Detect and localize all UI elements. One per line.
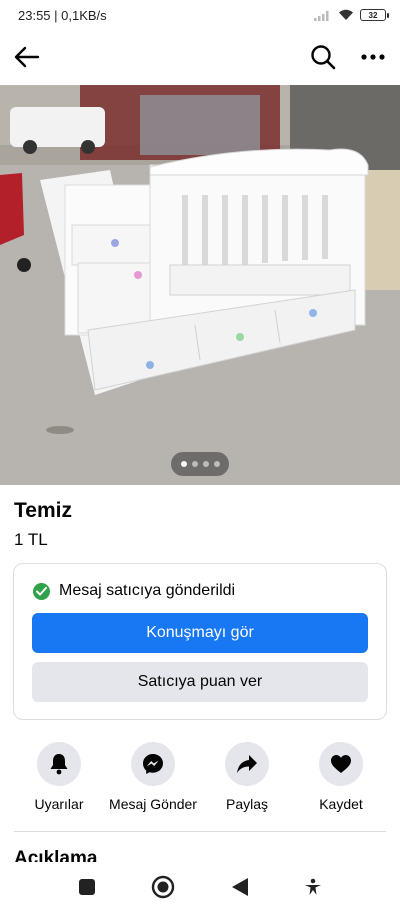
alerts-action[interactable]: Uyarılar	[13, 742, 105, 812]
status-time-speed: 23:55 | 0,1KB/s	[18, 7, 107, 23]
send-message-action[interactable]: Mesaj Gönder	[107, 742, 199, 812]
section-divider	[14, 831, 386, 832]
status-bar: 23:55 | 0,1KB/s 32	[0, 0, 400, 30]
share-action-circle[interactable]	[225, 742, 269, 786]
share-action[interactable]: Paylaş	[201, 742, 293, 812]
recents-button[interactable]	[78, 878, 96, 901]
bell-icon	[50, 754, 68, 775]
description-heading: Açıklama	[14, 848, 98, 862]
send-message-action-label: Mesaj Gönder	[109, 796, 197, 812]
check-circle-icon	[33, 582, 50, 600]
home-button[interactable]	[151, 875, 175, 904]
rate-seller-button[interactable]: Satıcıya puan ver	[32, 662, 368, 702]
send-message-action-circle[interactable]	[131, 742, 175, 786]
message-sent-status: Mesaj satıcıya gönderildi	[33, 582, 235, 600]
messenger-icon	[143, 754, 163, 774]
alerts-action-label: Uyarılar	[34, 796, 84, 812]
back-button[interactable]	[12, 42, 42, 72]
save-action-circle[interactable]	[319, 742, 363, 786]
message-sent-text: Mesaj satıcıya gönderildi	[59, 582, 236, 599]
share-icon	[237, 755, 257, 773]
system-nav-bar	[0, 862, 400, 916]
battery-level: 32	[368, 10, 378, 20]
back-triangle-icon	[231, 877, 248, 896]
search-icon	[311, 45, 336, 70]
photo-pager[interactable]	[171, 452, 229, 476]
back-nav-button[interactable]	[231, 877, 249, 902]
message-card: Mesaj satıcıya gönderildi Konuşmayı gör …	[13, 563, 387, 720]
battery-icon: 32	[360, 9, 389, 21]
wifi-icon	[339, 9, 353, 20]
pager-dot	[213, 461, 220, 467]
pager-dot	[191, 461, 198, 467]
listing-price: 1 TL	[14, 530, 48, 549]
accessibility-button[interactable]	[304, 878, 322, 901]
save-action[interactable]: Kaydet	[295, 742, 387, 812]
home-circle-icon	[152, 875, 175, 898]
crib-photo-illustration	[0, 85, 400, 485]
listing-title: Temiz	[14, 499, 72, 522]
product-photo[interactable]	[0, 85, 400, 485]
accessibility-icon	[305, 878, 322, 895]
view-conversation-button[interactable]: Konuşmayı gör	[32, 613, 368, 653]
share-action-label: Paylaş	[225, 796, 269, 812]
arrow-left-icon	[14, 46, 40, 68]
pager-dot	[180, 461, 187, 467]
pager-dot	[202, 461, 209, 467]
save-action-label: Kaydet	[319, 796, 363, 812]
alerts-action-circle[interactable]	[37, 742, 81, 786]
more-button[interactable]	[358, 42, 388, 72]
search-button[interactable]	[308, 42, 338, 72]
status-icons: 32	[314, 9, 389, 21]
app-bar	[0, 36, 400, 78]
square-icon	[78, 878, 95, 895]
signal-icon	[314, 11, 329, 21]
more-horizontal-icon	[361, 54, 385, 60]
action-row: Uyarılar Mesaj Gönder Paylaş Kaydet	[0, 742, 400, 812]
heart-icon	[331, 755, 351, 773]
